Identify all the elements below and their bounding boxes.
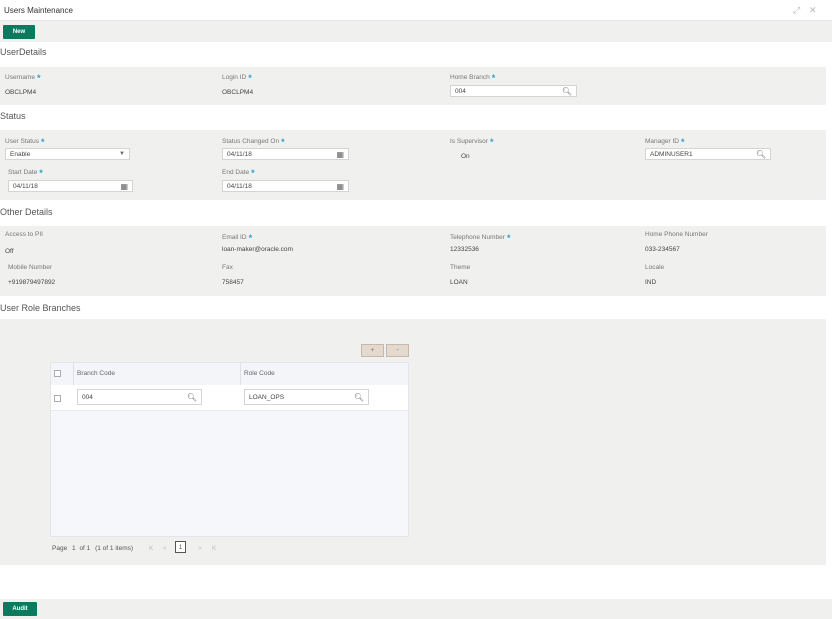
add-row-button[interactable]: + xyxy=(361,344,384,357)
pager-page-number[interactable]: 1 xyxy=(72,545,76,552)
is-supervisor-label: Is Supervisor * xyxy=(450,137,494,147)
column-header-branch-code[interactable]: Branch Code xyxy=(77,370,115,377)
home-phone-number-value: 033-234567 xyxy=(645,246,680,253)
fax-value: 758457 xyxy=(222,279,244,286)
select-all-checkbox[interactable] xyxy=(54,370,61,377)
telephone-number-value: 12332536 xyxy=(450,246,479,253)
search-icon[interactable]: 🔍︎ xyxy=(756,149,766,160)
next-page-icon[interactable]: > xyxy=(198,545,202,552)
calendar-icon[interactable]: ▦ xyxy=(120,181,128,192)
row-checkbox[interactable] xyxy=(54,395,61,402)
telephone-number-label: Telephone Number * xyxy=(450,233,511,243)
last-page-icon[interactable]: K xyxy=(212,545,216,552)
toolbar xyxy=(0,21,832,42)
window-titlebar xyxy=(0,0,832,21)
theme-label: Theme xyxy=(450,264,471,271)
search-icon[interactable]: 🔍︎ xyxy=(562,86,572,97)
expand-icon[interactable]: ⤢ xyxy=(793,5,800,16)
calendar-icon[interactable]: ▦ xyxy=(336,149,344,160)
search-icon[interactable]: 🔍︎ xyxy=(354,390,364,405)
pager: Page 1 of 1 (1 of 1 items) xyxy=(52,545,133,552)
locale-value: IND xyxy=(645,279,657,286)
manager-id-input[interactable]: ADMINUSER1 🔍︎ xyxy=(645,148,771,160)
current-page-button[interactable]: 1 xyxy=(175,541,186,553)
end-date-input[interactable]: 04/11/18 ▦ xyxy=(222,180,349,192)
access-to-pii-value: Off xyxy=(5,248,14,255)
section-title-status: Status xyxy=(0,111,26,121)
username-value: OBCLPM4 xyxy=(5,89,37,96)
remove-row-button[interactable]: - xyxy=(386,344,409,357)
home-phone-number-label: Home Phone Number xyxy=(645,231,708,238)
window-title: Users Maintenance xyxy=(4,6,73,15)
prev-page-icon[interactable]: < xyxy=(163,545,167,552)
section-title-user-details: UserDetails xyxy=(0,47,47,57)
status-changed-on-input[interactable]: 04/11/18 ▦ xyxy=(222,148,349,160)
login-id-value: OBCLPM4 xyxy=(222,89,254,96)
user-details-panel xyxy=(0,67,826,105)
search-icon[interactable]: 🔍︎ xyxy=(187,390,197,405)
branch-code-input[interactable]: 004 🔍︎ xyxy=(77,389,202,405)
email-id-value: loan-maker@oracle.com xyxy=(222,246,293,253)
home-branch-label: Home Branch * xyxy=(450,73,496,83)
is-supervisor-value[interactable]: On xyxy=(461,153,470,160)
theme-value: LOAN xyxy=(450,279,468,286)
footer-bar xyxy=(0,599,832,619)
start-date-input[interactable]: 04/11/18 ▦ xyxy=(8,180,133,192)
close-icon[interactable]: ✕ xyxy=(809,5,817,16)
email-id-label: Email ID * xyxy=(222,233,253,243)
fax-label: Fax xyxy=(222,264,233,271)
pager-summary: (1 of 1 items) xyxy=(95,545,134,552)
role-code-input[interactable]: LOAN_OPS 🔍︎ xyxy=(244,389,369,405)
manager-id-label: Manager ID * xyxy=(645,137,685,147)
end-date-label: End Date * xyxy=(222,168,255,178)
first-page-icon[interactable]: K xyxy=(149,545,153,552)
status-changed-on-label: Status Changed On * xyxy=(222,137,285,147)
pager-page-label: Page xyxy=(52,545,68,552)
new-button[interactable]: New xyxy=(3,25,35,39)
home-branch-input[interactable]: 004 🔍︎ xyxy=(450,85,577,97)
user-status-label: User Status * xyxy=(5,137,45,147)
start-date-label: Start Date * xyxy=(8,168,43,178)
login-id-label: Login ID * xyxy=(222,73,252,83)
username-label: Username * xyxy=(5,73,41,83)
calendar-icon[interactable]: ▦ xyxy=(336,181,344,192)
column-divider xyxy=(73,363,74,385)
audit-button[interactable]: Audit xyxy=(3,602,37,616)
mobile-number-value: +919879497892 xyxy=(8,279,56,286)
column-divider xyxy=(240,363,241,385)
access-to-pii-label: Access to PII xyxy=(5,231,43,238)
chevron-down-icon[interactable]: ▼ xyxy=(119,149,125,160)
user-status-select[interactable]: Enable ▼ xyxy=(5,148,130,160)
pager-of-label: of 1 xyxy=(79,545,91,552)
locale-label: Locale xyxy=(645,264,665,271)
section-title-user-role-branches: User Role Branches xyxy=(0,303,81,313)
section-title-other-details: Other Details xyxy=(0,207,53,217)
mobile-number-label: Mobile Number xyxy=(8,264,53,271)
column-header-role-code[interactable]: Role Code xyxy=(244,370,275,377)
